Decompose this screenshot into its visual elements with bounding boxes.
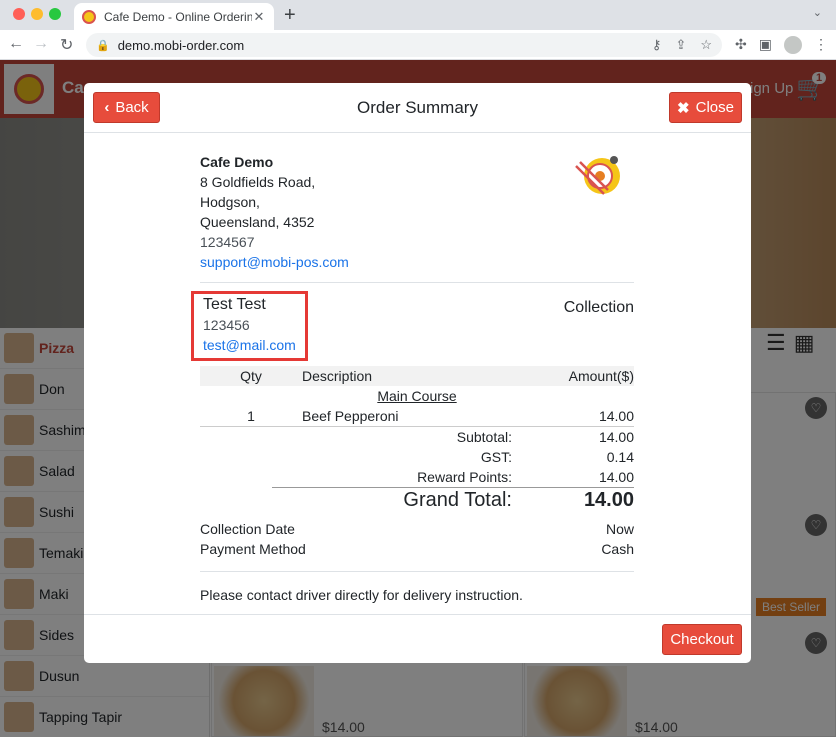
share-icon[interactable]: ⇪ [675,37,686,53]
modal-header: ‹ Back Order Summary ✖ Close [84,83,751,133]
reward-points-value: 14.00 [598,469,634,485]
order-items-table: Qty Description Amount($) Main Course 1 … [200,366,634,427]
gst-value: 0.14 [606,449,634,465]
item-qty: 1 [200,406,302,427]
modal-title: Order Summary [357,98,478,117]
item-description: Beef Pepperoni [302,406,514,427]
side-panel-icon[interactable]: ▣ [759,36,772,54]
order-summary-modal: ‹ Back Order Summary ✖ Close Cafe Demo 8… [84,83,751,663]
bookmark-star-icon[interactable]: ☆ [700,37,712,53]
order-type: Collection [563,299,634,316]
table-group-row: Main Course [200,386,634,406]
item-group-label: Main Course [377,388,457,404]
url-text[interactable]: demo.mobi-order.com [118,38,638,53]
store-phone: 1234567 [200,234,255,250]
key-icon[interactable]: ⚷ [652,37,662,53]
table-row: 1 Beef Pepperoni 14.00 [200,406,634,427]
store-name: Cafe Demo [200,154,274,170]
close-icon: ✖ [677,99,690,117]
browser-menu-icon[interactable]: ⋮ [814,36,828,54]
window-close-control[interactable] [13,8,25,20]
customer-email-link[interactable]: test@mail.com [203,335,313,355]
back-arrow-icon[interactable]: ← [8,35,24,53]
close-button-label: Close [695,99,734,116]
window-zoom-control[interactable] [49,8,61,20]
order-meta: Collection Date Now Payment Method Cash [200,519,634,559]
lock-icon[interactable]: 🔒 [96,39,110,52]
close-button[interactable]: ✖ Close [669,92,742,123]
column-header-description: Description [302,366,514,386]
table-header-row: Qty Description Amount($) [200,366,634,386]
gst-label: GST: [480,449,512,465]
browser-toolbar: ← → ↻ 🔒 demo.mobi-order.com ⚷ ⇪ ☆ ✣ ▣ ⋮ [0,30,836,60]
favicon-icon [82,9,96,24]
subtotal-value: 14.00 [598,429,634,445]
payment-method-value: Cash [601,541,634,557]
store-details: Cafe Demo 8 Goldfields Road, Hodgson, Qu… [200,152,634,272]
payment-method-label: Payment Method [200,541,306,557]
customer-phone: 123456 [203,317,250,333]
divider [200,282,634,283]
store-address-line: 8 Goldfields Road, [200,174,316,190]
divider [200,571,634,572]
customer-name: Test Test [203,296,266,313]
window-minimize-control[interactable] [31,8,43,20]
column-header-amount: Amount($) [514,366,634,386]
subtotal-label: Subtotal: [456,429,512,445]
store-address-line: Hodgson, [200,194,260,210]
collection-date-label: Collection Date [200,521,295,537]
grand-total-label: Grand Total: [403,489,512,511]
item-amount: 14.00 [514,406,634,427]
extensions-puzzle-icon[interactable]: ✣ [735,36,747,54]
reload-icon[interactable]: ↻ [60,35,73,55]
modal-body: Cafe Demo 8 Goldfields Road, Hodgson, Qu… [84,134,751,614]
new-tab-icon[interactable]: + [284,4,296,27]
tab-close-icon[interactable]: ✕ [252,9,266,25]
tab-menu-chevron-down-icon[interactable]: ⌄ [813,6,822,19]
collection-date-value: Now [605,521,634,537]
profile-avatar[interactable] [784,36,802,54]
reward-points-label: Reward Points: [417,469,512,485]
column-header-qty: Qty [200,366,302,386]
tab-title: Cafe Demo - Online Ordering [104,9,252,24]
order-totals: Subtotal: 14.00 GST: 0.14 Reward Points:… [272,427,634,513]
forward-arrow-icon[interactable]: → [33,35,49,53]
delivery-note: Please contact driver directly for deliv… [200,587,523,603]
modal-footer: Checkout [84,614,751,663]
browser-tab-bar: Cafe Demo - Online Ordering ✕ + ⌄ [0,0,836,30]
address-bar[interactable]: 🔒 demo.mobi-order.com ⚷ ⇪ ☆ [86,33,722,57]
store-logo [575,156,620,195]
checkout-button[interactable]: Checkout [662,624,742,655]
customer-details: Test Test 123456 test@mail.com [203,295,313,355]
store-address-line: Queensland, 4352 [200,214,315,230]
store-email-link[interactable]: support@mobi-pos.com [200,252,634,272]
browser-tab[interactable]: Cafe Demo - Online Ordering ✕ [74,3,274,30]
grand-total-value: 14.00 [583,489,634,511]
